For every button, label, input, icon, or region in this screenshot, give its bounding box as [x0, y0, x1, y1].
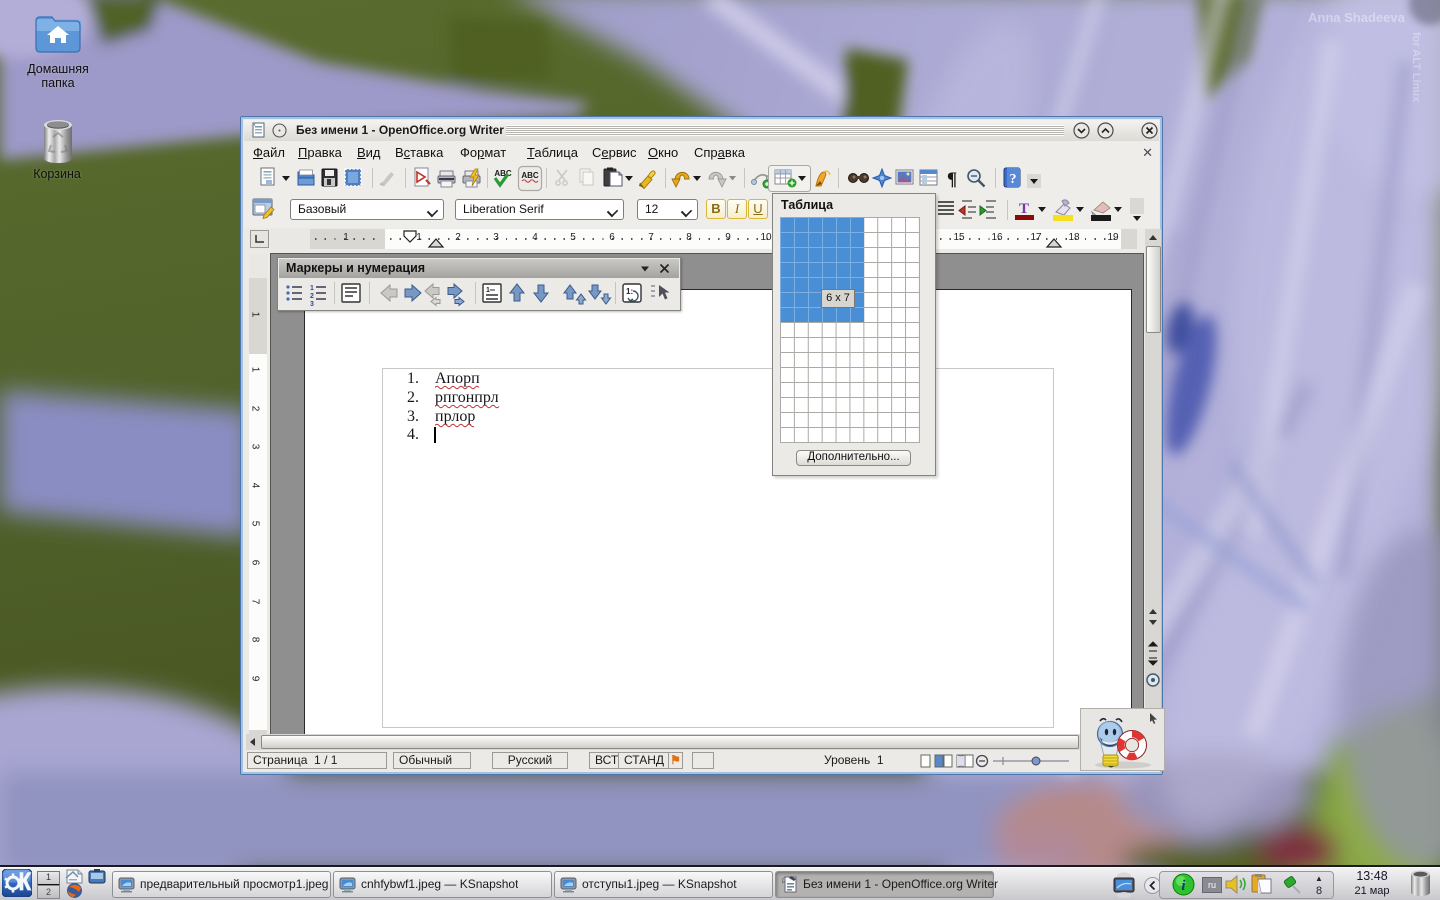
svg-text:1:: 1: [626, 287, 633, 296]
svg-text:?: ? [1010, 172, 1017, 187]
svg-text:¶: ¶ [947, 169, 957, 190]
svg-text:3: 3 [310, 301, 314, 308]
svg-text:1: 1 [310, 285, 314, 292]
svg-text:T: T [1019, 201, 1029, 217]
svg-text:ABC: ABC [521, 171, 539, 180]
svg-text:1═: 1═ [486, 287, 495, 294]
svg-text:ABC: ABC [494, 169, 512, 178]
svg-text:2: 2 [310, 293, 314, 300]
